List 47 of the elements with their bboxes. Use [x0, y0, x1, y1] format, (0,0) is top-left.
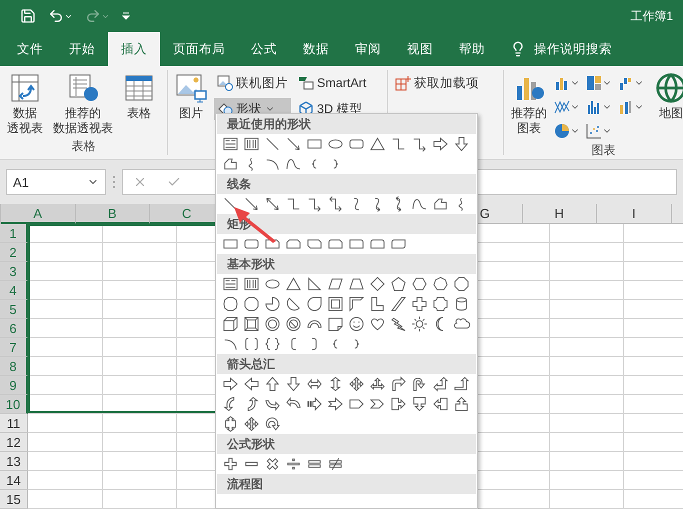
ribbon-tab[interactable]: 公式 [238, 32, 290, 66]
section-title: 公式形状 [227, 436, 275, 452]
row-header[interactable]: 8 [0, 357, 28, 376]
tell-me-search[interactable]: 操作说明搜索 [534, 40, 612, 58]
ribbon-tab[interactable]: 审阅 [342, 32, 394, 66]
row-header[interactable]: 12 [0, 433, 28, 452]
column-header[interactable]: H [522, 204, 597, 224]
row-header[interactable]: 1 [0, 224, 28, 243]
ribbon-tab[interactable]: 文件 [4, 32, 56, 66]
row-header[interactable]: 15 [0, 490, 28, 509]
ribbon-button[interactable]: 获取加载项 [392, 72, 482, 94]
ribbon-button[interactable]: 图片 [172, 70, 210, 137]
ribbon-button[interactable]: SmartArt [295, 72, 370, 94]
group-label: 图表 [592, 142, 616, 159]
ribbon-button[interactable]: 数据 透视表 [4, 70, 46, 138]
row-header[interactable]: 6 [0, 319, 28, 338]
row-header[interactable]: 14 [0, 471, 28, 490]
name-box[interactable]: A1 [6, 169, 106, 195]
ribbon-button[interactable]: 推荐的 数据透视表 [50, 70, 116, 138]
row-header[interactable]: 5 [0, 300, 28, 319]
row-header[interactable]: 3 [0, 262, 28, 281]
ribbon-tab[interactable]: 帮助 [446, 32, 498, 66]
column-header[interactable]: B [76, 204, 150, 224]
section-title: 箭头总汇 [227, 356, 275, 372]
ribbon-tab[interactable]: 数据 [290, 32, 342, 66]
row-header[interactable]: 11 [0, 414, 28, 433]
section-title: 线条 [227, 176, 251, 192]
ribbon-button[interactable]: 推荐的 图表 [508, 70, 550, 142]
column-header[interactable]: I [597, 204, 672, 224]
row-header[interactable]: 7 [0, 338, 28, 357]
section-title: 基本形状 [227, 256, 275, 272]
ribbon-tab[interactable]: 页面布局 [160, 32, 238, 66]
ribbon-tab[interactable]: 开始 [56, 32, 108, 66]
section-title: 流程图 [227, 476, 263, 492]
ribbon-tab[interactable]: 插入 [108, 32, 160, 66]
row-header[interactable]: 13 [0, 452, 28, 471]
row-header[interactable]: 9 [0, 376, 28, 395]
ribbon-button[interactable]: 联机图片 [214, 72, 291, 94]
window-title: 工作簿1 [630, 8, 673, 24]
row-header[interactable]: 10 [0, 395, 28, 414]
group-label: 表格 [72, 138, 96, 155]
ribbon-tab[interactable]: 视图 [394, 32, 446, 66]
row-header[interactable]: 2 [0, 243, 28, 262]
ribbon-button[interactable]: 表格 [120, 70, 158, 138]
column-header[interactable]: A [1, 204, 76, 224]
row-header[interactable]: 4 [0, 281, 28, 300]
ribbon-button[interactable]: 地图 [652, 70, 683, 142]
